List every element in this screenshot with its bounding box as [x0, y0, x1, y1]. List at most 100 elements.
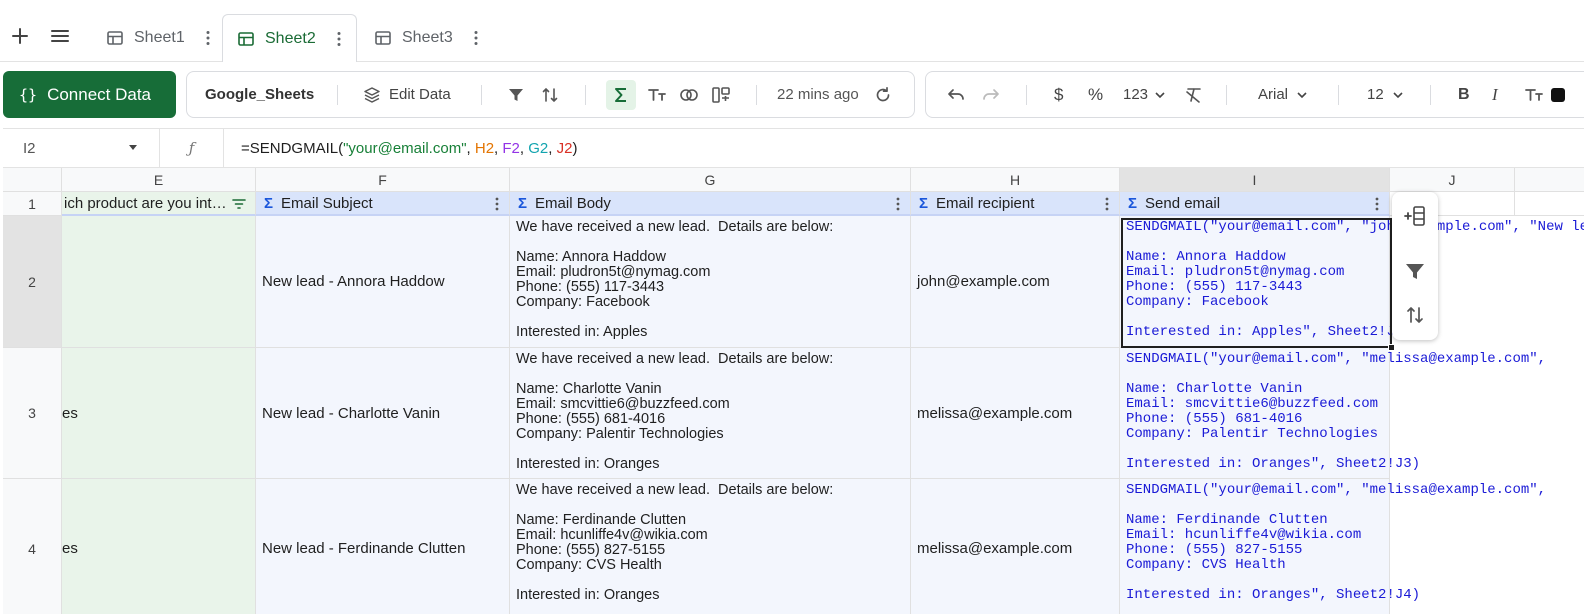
tab-options-icon[interactable] — [330, 30, 348, 48]
column-header-j[interactable]: J — [1390, 168, 1515, 192]
cell-e2[interactable] — [62, 216, 256, 348]
column-options-icon[interactable] — [1105, 197, 1109, 211]
clear-format-icon[interactable] — [1184, 72, 1204, 117]
header-cell-e[interactable]: ich product are you int… — [62, 192, 256, 216]
column-header-f[interactable]: F — [256, 168, 510, 192]
column-header-e[interactable]: E — [62, 168, 256, 192]
toolbar-divider — [1226, 85, 1227, 105]
cell-e3[interactable]: es — [62, 348, 256, 479]
sheet-tab-bar: Sheet1 Sheet2 Sheet3 — [0, 0, 1584, 63]
header-cell-empty[interactable] — [1515, 192, 1584, 216]
undo-icon[interactable] — [946, 72, 966, 117]
italic-icon[interactable]: I — [1492, 72, 1498, 117]
chevron-down-icon — [1296, 89, 1308, 101]
cell-h3[interactable]: melissa@example.com — [911, 348, 1120, 479]
formula-text: =SENDGMAIL( — [241, 139, 344, 157]
grid-corner[interactable] — [3, 168, 62, 192]
tab-sheet2[interactable]: Sheet2 — [222, 14, 357, 63]
braces-icon: {} — [19, 85, 38, 104]
sort-icon[interactable] — [541, 72, 559, 117]
function-icon: ƒ — [160, 129, 224, 167]
text-color-icon[interactable] — [1550, 72, 1566, 117]
row-header-1[interactable]: 1 — [3, 192, 62, 216]
tab-sheet3[interactable]: Sheet3 — [360, 14, 490, 62]
cell-formula-result: SENDGMAIL("your@email.com", "john@exampl… — [1126, 219, 1584, 340]
database-icon — [363, 86, 381, 104]
pivot-icon[interactable] — [711, 72, 731, 117]
filter-active-icon[interactable] — [231, 196, 247, 214]
cell-g3[interactable]: We have received a new lead. Details are… — [510, 348, 911, 479]
bold-icon[interactable]: B — [1458, 72, 1470, 117]
formula-ref-f: F2 — [502, 139, 520, 157]
refresh-icon[interactable] — [874, 72, 892, 117]
all-sheets-menu-icon[interactable] — [48, 24, 72, 48]
tab-options-icon[interactable] — [199, 29, 217, 47]
column-options-icon[interactable] — [1375, 197, 1379, 211]
sort-icon[interactable] — [1403, 303, 1427, 327]
header-label: Send email — [1145, 194, 1221, 212]
formula-input[interactable]: =SENDGMAIL("your@email.com", H2, F2, G2,… — [241, 129, 577, 167]
data-source-name[interactable]: Google_Sheets — [205, 72, 314, 117]
cell-formula-result: SENDGMAIL("your@email.com", "melissa@exa… — [1126, 482, 1547, 603]
text-style-icon[interactable] — [1524, 72, 1544, 117]
toolbar-divider — [481, 85, 482, 105]
font-family-select[interactable]: Arial — [1258, 72, 1308, 117]
formula-sigma-icon[interactable] — [606, 80, 636, 110]
cell-i3[interactable]: SENDGMAIL("your@email.com", "melissa@exa… — [1120, 348, 1547, 479]
row-header-3[interactable]: 3 — [3, 348, 62, 479]
redo-icon[interactable] — [981, 72, 1001, 117]
column-header-i[interactable]: I — [1120, 168, 1390, 192]
cell-g4[interactable]: We have received a new lead. Details are… — [510, 479, 911, 614]
column-header-empty[interactable] — [1515, 168, 1584, 192]
column-options-icon[interactable] — [896, 197, 900, 211]
number-format-select[interactable]: 123 — [1123, 72, 1166, 117]
sigma-icon: Σ — [919, 194, 929, 212]
tab-sheet1[interactable]: Sheet1 — [94, 14, 222, 62]
edit-data-label: Edit Data — [389, 86, 451, 103]
header-cell-f[interactable]: Σ Email Subject — [256, 192, 510, 216]
column-options-icon[interactable] — [495, 197, 499, 211]
chevron-down-icon — [1392, 89, 1404, 101]
table-icon — [237, 30, 255, 48]
filter-icon[interactable] — [1403, 259, 1427, 283]
tab-options-icon[interactable] — [467, 29, 485, 47]
filter-icon[interactable] — [507, 72, 525, 117]
formula-ref-h: H2 — [474, 139, 495, 157]
column-header-g[interactable]: G — [510, 168, 911, 192]
cell-e4[interactable]: es — [62, 479, 256, 614]
column-header-h[interactable]: H — [911, 168, 1120, 192]
cell-h2[interactable]: john@example.com — [911, 216, 1120, 348]
cell-f4[interactable]: New lead - Ferdinande Clutten — [256, 479, 510, 614]
header-cell-g[interactable]: Σ Email Body — [510, 192, 911, 216]
conditional-format-icon[interactable] — [679, 72, 699, 117]
currency-icon[interactable]: $ — [1054, 72, 1063, 117]
add-sheet-icon[interactable] — [8, 24, 32, 48]
cell-i4[interactable]: SENDGMAIL("your@email.com", "melissa@exa… — [1120, 479, 1547, 614]
font-family-label: Arial — [1258, 86, 1289, 103]
header-cell-h[interactable]: Σ Email recipient — [911, 192, 1120, 216]
row-header-4[interactable]: 4 — [3, 479, 62, 614]
percent-icon[interactable]: % — [1088, 72, 1103, 117]
text-format-icon[interactable] — [647, 72, 667, 117]
cell-f3[interactable]: New lead - Charlotte Vanin — [256, 348, 510, 479]
cell-f2[interactable]: New lead - Annora Haddow — [256, 216, 510, 348]
font-size-select[interactable]: 12 — [1367, 72, 1404, 117]
connect-data-button[interactable]: {} Connect Data — [3, 71, 176, 118]
column-actions-panel — [1392, 192, 1438, 340]
tab-label: Sheet1 — [134, 29, 185, 46]
formula-bar: I2 ƒ =SENDGMAIL("your@email.com", H2, F2… — [3, 128, 1584, 168]
formula-separator: , — [494, 139, 503, 157]
table-icon — [106, 29, 124, 47]
number-format-label: 123 — [1123, 86, 1149, 103]
cell-h4[interactable]: melissa@example.com — [911, 479, 1120, 614]
toolbar-divider — [585, 85, 586, 105]
cell-i2[interactable]: SENDGMAIL("your@email.com", "john@exampl… — [1120, 216, 1584, 348]
cell-g2[interactable]: We have received a new lead. Details are… — [510, 216, 911, 348]
header-cell-i[interactable]: Σ Send email — [1120, 192, 1390, 216]
edit-data-button[interactable]: Edit Data — [363, 72, 451, 117]
name-box[interactable]: I2 — [3, 129, 160, 167]
cell-formula-result: SENDGMAIL("your@email.com", "melissa@exa… — [1126, 351, 1547, 472]
insert-column-icon[interactable] — [1403, 204, 1427, 228]
toolbar-divider — [756, 85, 757, 105]
row-header-2[interactable]: 2 — [3, 216, 62, 348]
